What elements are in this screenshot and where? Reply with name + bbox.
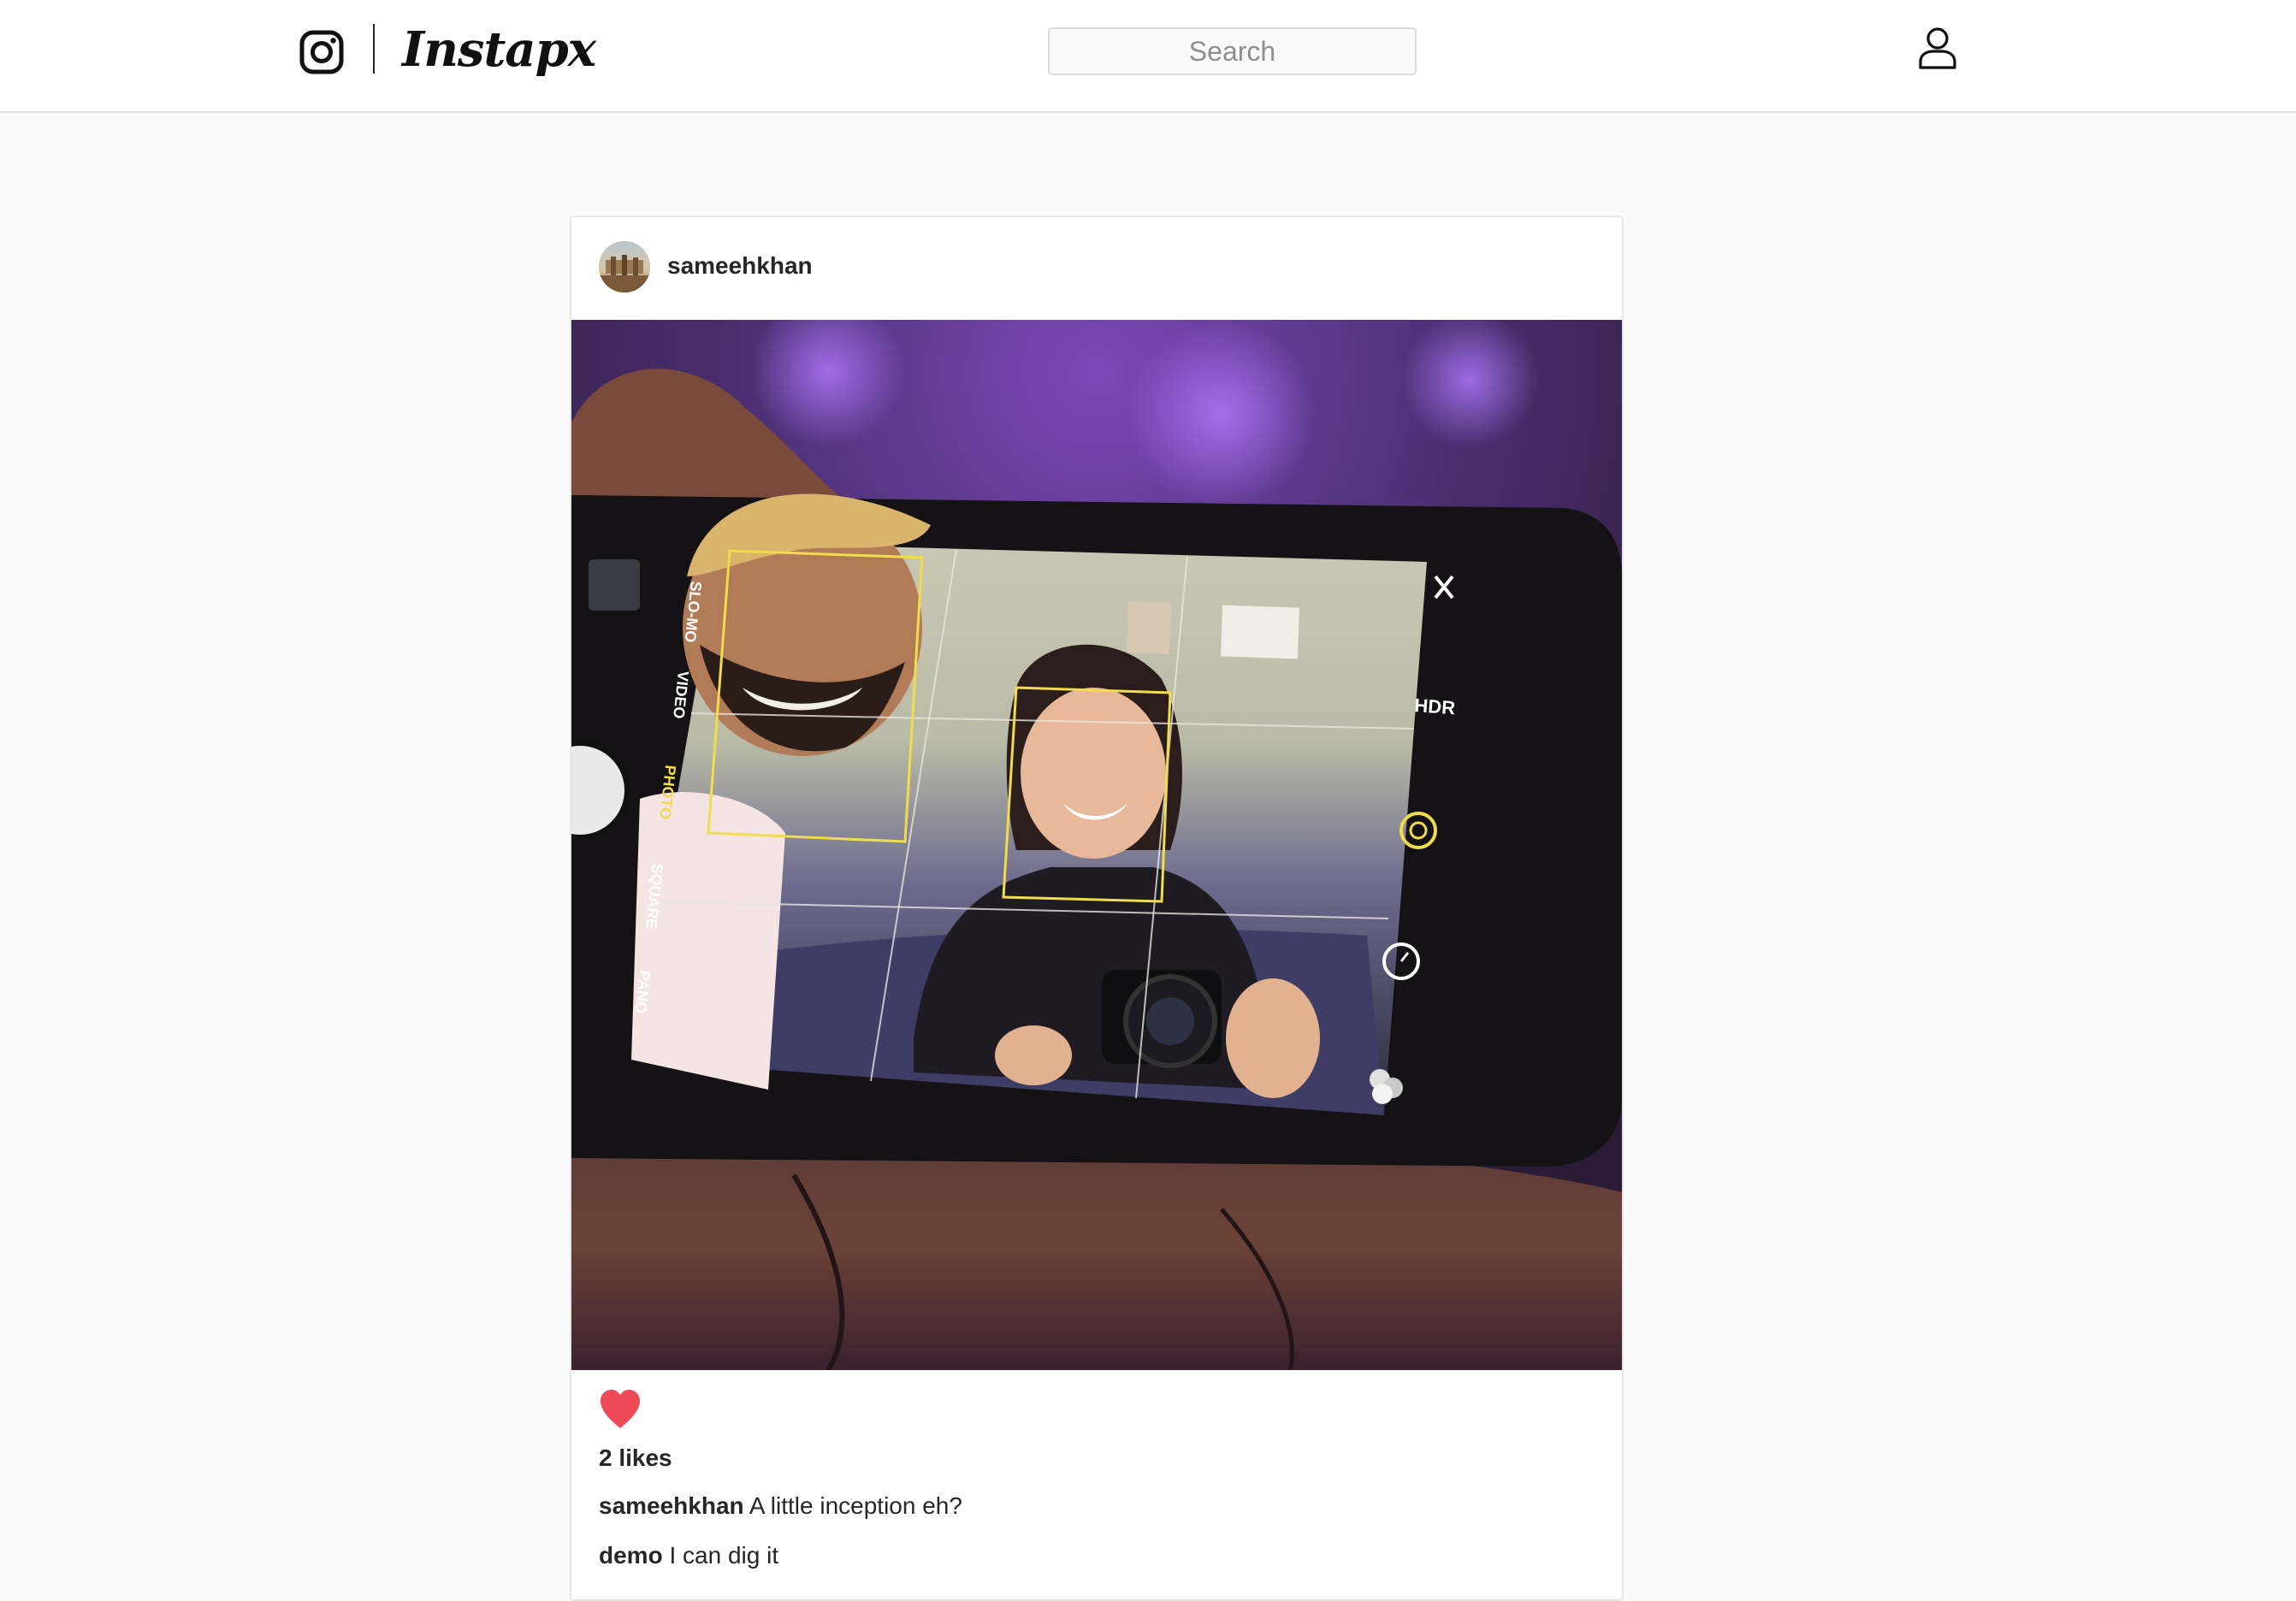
- logo-divider: [373, 24, 375, 74]
- heart-filled-icon[interactable]: [597, 1387, 643, 1430]
- avatar-image: [599, 241, 650, 292]
- svg-text:HDR: HDR: [1414, 694, 1456, 718]
- post-author-username[interactable]: sameehkhan: [667, 251, 813, 281]
- comment-text: I can dig it: [669, 1542, 779, 1569]
- user-avatar[interactable]: [599, 241, 650, 292]
- likes-count[interactable]: 2 likes: [599, 1444, 672, 1473]
- post-photo[interactable]: SLO-MO VIDEO PHOTO SQUARE PANO HDR: [571, 320, 1622, 1370]
- comment-item: sameehkhan A little inception eh?: [599, 1492, 962, 1521]
- post-photo-image: SLO-MO VIDEO PHOTO SQUARE PANO HDR: [571, 320, 1622, 1370]
- comment-item: demo I can dig it: [599, 1541, 778, 1570]
- user-profile-icon[interactable]: [1916, 26, 1959, 70]
- post-card: sameehkhan SLO-MO VIDEO PHOTO SQUARE PAN…: [570, 216, 1624, 1601]
- post-header: sameehkhan: [571, 217, 1622, 320]
- search-input[interactable]: [1048, 27, 1417, 75]
- comment-username[interactable]: demo: [599, 1542, 663, 1569]
- app-wordmark[interactable]: Instapx: [402, 19, 596, 80]
- top-navigation-bar: Instapx: [0, 0, 2296, 113]
- comment-username[interactable]: sameehkhan: [599, 1492, 744, 1519]
- comment-text: A little inception eh?: [749, 1492, 962, 1519]
- instagram-camera-icon[interactable]: [299, 30, 344, 74]
